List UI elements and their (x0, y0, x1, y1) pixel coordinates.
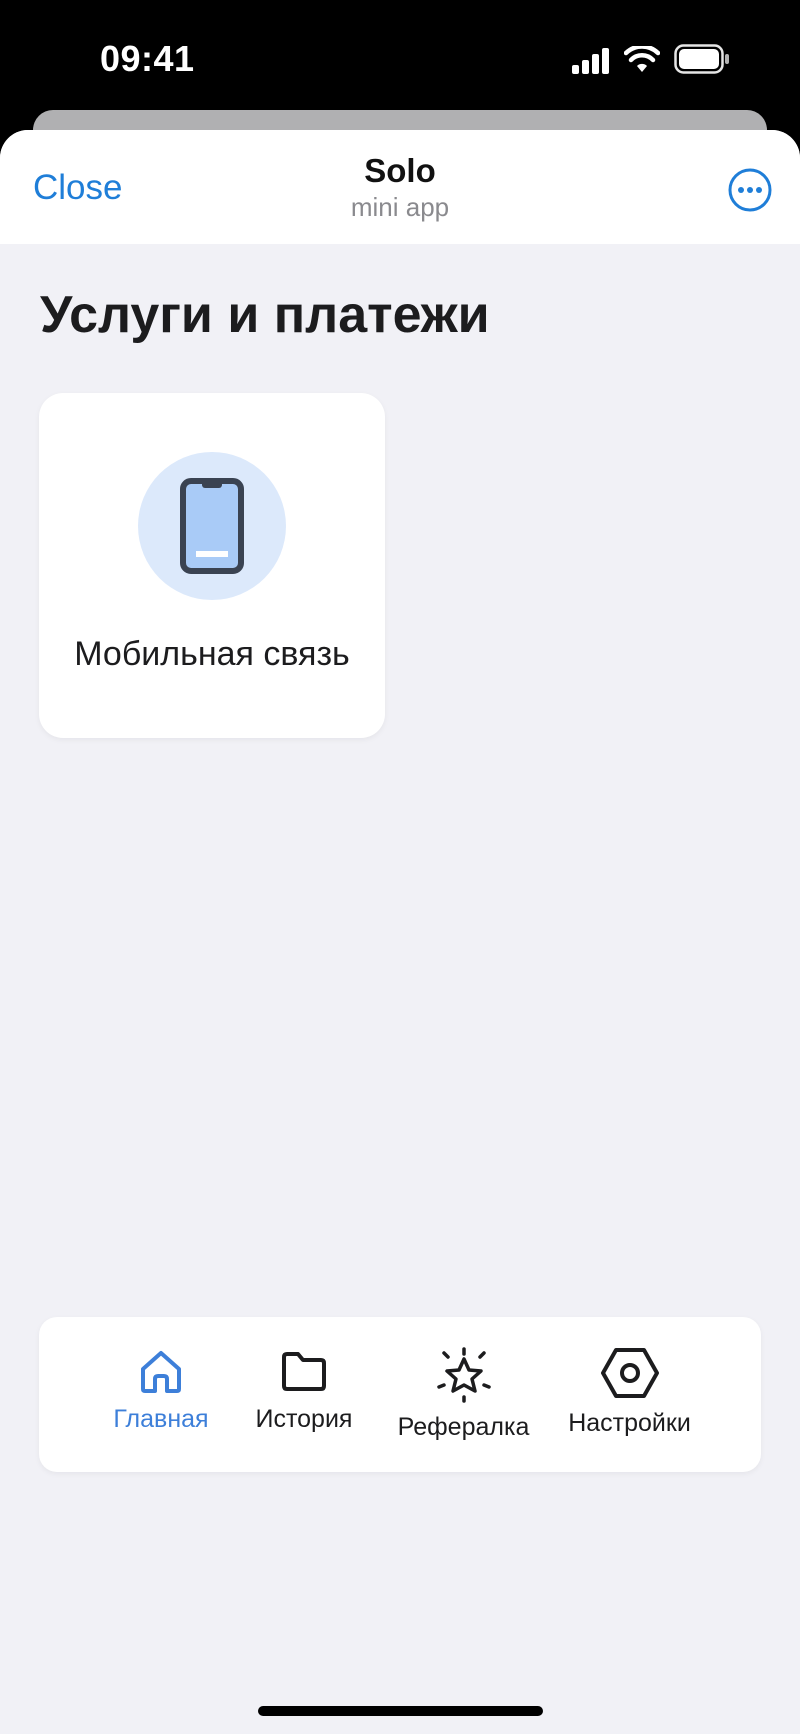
home-indicator[interactable] (258, 1706, 543, 1716)
tab-bar: Главная История Рефералка Настройки (39, 1317, 761, 1472)
tab-home-label: Главная (113, 1405, 209, 1433)
tab-settings-label: Настройки (568, 1409, 691, 1437)
app-title: Solo (364, 152, 436, 189)
settings-hexagon-icon (600, 1348, 659, 1398)
tab-referral[interactable]: Рефералка (381, 1347, 546, 1447)
mini-app-sheet: Close Solo mini app Услуги и платежи Моб… (0, 130, 800, 1734)
wifi-icon (624, 46, 660, 72)
service-card-mobile[interactable]: Мобильная связь (39, 393, 385, 738)
star-icon (436, 1347, 491, 1403)
more-options-icon[interactable] (727, 167, 773, 213)
battery-icon (674, 44, 729, 74)
tab-settings[interactable]: Настройки (547, 1347, 712, 1447)
home-icon (141, 1351, 181, 1393)
sheet-header: Close Solo mini app (0, 130, 800, 244)
page-title: Услуги и платежи (40, 286, 490, 344)
cellular-signal-icon (572, 48, 609, 74)
tab-referral-label: Рефералка (397, 1413, 530, 1441)
service-label: Мобильная связь (74, 635, 350, 673)
status-bar: 09:41 (0, 0, 800, 110)
folder-icon (282, 1352, 326, 1391)
tab-history[interactable]: История (239, 1347, 369, 1447)
status-time: 09:41 (100, 38, 195, 79)
mobile-phone-icon (180, 478, 244, 574)
tab-home[interactable]: Главная (111, 1347, 211, 1447)
status-icons (572, 44, 732, 74)
service-icon-circle (138, 452, 286, 600)
app-subtitle: mini app (350, 192, 450, 222)
tab-history-label: История (255, 1405, 353, 1433)
